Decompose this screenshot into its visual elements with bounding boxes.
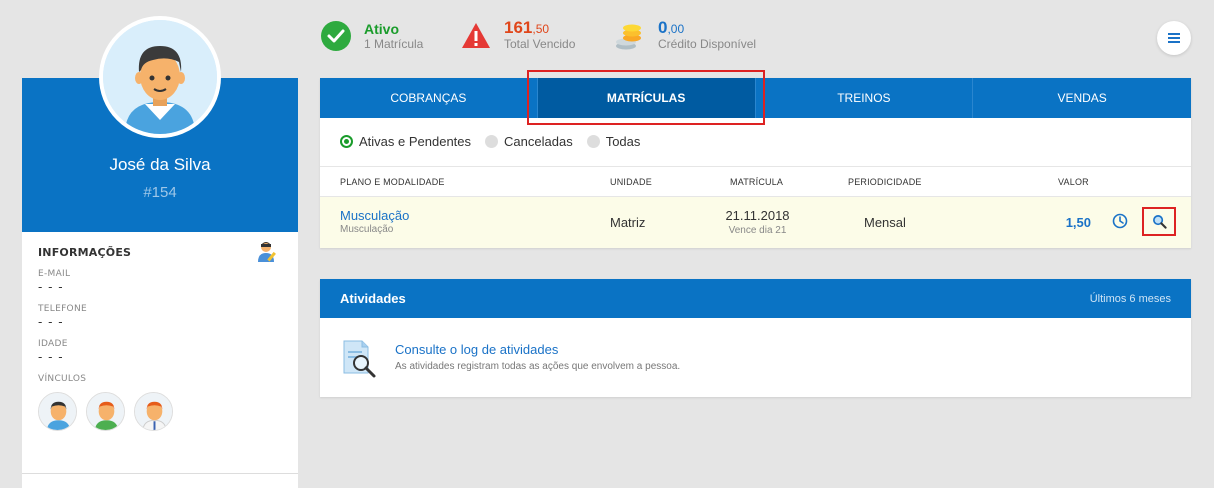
activity-log-desc: As atividades registram todas as ações q…	[395, 361, 681, 372]
profile-name: José da Silva	[109, 155, 211, 174]
table-header: PLANO E MODALIDADE UNIDADE MATRÍCULA PER…	[320, 166, 1191, 197]
phone-label: TELEFONE	[38, 304, 87, 314]
filter-canceladas[interactable]: Canceladas	[485, 134, 573, 149]
document-search-icon	[343, 340, 376, 378]
tab-vendas[interactable]: VENDAS	[973, 78, 1191, 118]
warning-icon	[462, 23, 490, 48]
col-valor: VALOR	[1058, 177, 1089, 187]
filter-label: Canceladas	[504, 134, 573, 149]
periodicidade: Mensal	[864, 215, 906, 230]
filter-label: Todas	[605, 134, 641, 149]
vinculo-avatar[interactable]	[134, 392, 173, 431]
matricula-date: 21.11.2018	[725, 208, 790, 223]
atividades-panel: Atividades Últimos 6 meses Consulte o lo…	[320, 279, 1191, 397]
email-value: - - -	[38, 280, 64, 294]
view-details-button[interactable]	[1142, 207, 1176, 236]
profile-avatar[interactable]	[99, 16, 221, 138]
vinculo-avatar[interactable]	[38, 392, 77, 431]
modalidade: Musculação	[340, 224, 394, 235]
profile-id: #154	[143, 184, 177, 201]
filter-group: Ativas e Pendentes Canceladas Todas	[340, 134, 654, 149]
overdue-int: 161	[504, 18, 533, 37]
status-overdue: 161,50 Total Vencido	[460, 18, 576, 52]
tab-bar: COBRANÇAS MATRÍCULAS TREINOS VENDAS	[320, 78, 1191, 118]
atividades-range[interactable]: Últimos 6 meses	[1090, 293, 1171, 305]
vinculos-list	[38, 392, 288, 431]
vinculo-avatar[interactable]	[86, 392, 125, 431]
unidade: Matriz	[610, 215, 646, 230]
clock-icon[interactable]	[1112, 213, 1128, 229]
edit-person-icon[interactable]	[256, 240, 280, 264]
filter-label: Ativas e Pendentes	[359, 134, 472, 149]
col-unidade: UNIDADE	[610, 177, 652, 187]
tab-cobrancas[interactable]: COBRANÇAS	[320, 78, 538, 118]
col-periodicidade: PERIODICIDADE	[848, 177, 922, 187]
vinculos-label: VÍNCULOS	[38, 374, 87, 384]
matriculas-panel: COBRANÇAS MATRÍCULAS TREINOS VENDAS Ativ…	[320, 70, 1191, 248]
divider	[22, 473, 298, 474]
search-icon	[1152, 215, 1167, 229]
credit-dec: ,00	[667, 22, 685, 36]
info-section: INFORMAÇÕES E-MAIL - - - TELEFONE - - - …	[38, 242, 288, 431]
phone-value: - - -	[38, 315, 64, 329]
radio-selected[interactable]	[340, 135, 353, 148]
tab-treinos[interactable]: TREINOS	[756, 78, 974, 118]
info-title: INFORMAÇÕES	[38, 246, 132, 259]
status-active: Ativo 1 Matrícula	[320, 20, 423, 52]
age-label: IDADE	[38, 339, 68, 349]
atividades-header: Atividades Últimos 6 meses	[320, 279, 1191, 318]
filter-todas[interactable]: Todas	[586, 134, 641, 149]
col-matricula: MATRÍCULA	[730, 177, 784, 187]
status-overdue-sub: Total Vencido	[504, 37, 576, 51]
check-circle-icon	[321, 21, 351, 51]
radio-unselected[interactable]	[485, 135, 499, 148]
col-plano: PLANO E MODALIDADE	[340, 177, 445, 187]
plano-link[interactable]: Musculação	[340, 208, 409, 223]
menu-button[interactable]	[1157, 21, 1191, 55]
overdue-dec: ,50	[532, 22, 550, 36]
status-credit-sub: Crédito Disponível	[658, 37, 757, 51]
status-active-sub: 1 Matrícula	[364, 36, 424, 51]
person-icon	[39, 393, 76, 430]
table-row[interactable]: Musculação Musculação Matriz 21.11.2018 …	[320, 197, 1191, 248]
valor: 1,50	[1065, 215, 1091, 230]
person-icon	[135, 393, 172, 430]
radio-unselected[interactable]	[586, 135, 600, 148]
activity-log-link[interactable]: Consulte o log de atividades	[395, 342, 558, 357]
vence-dia: Vence dia 21	[728, 225, 787, 236]
hamburger-icon	[1168, 33, 1180, 43]
tab-matriculas[interactable]: MATRÍCULAS	[537, 78, 756, 118]
filter-ativas[interactable]: Ativas e Pendentes	[340, 134, 471, 149]
person-avatar-icon	[103, 20, 217, 134]
email-label: E-MAIL	[38, 269, 71, 279]
coins-icon	[616, 24, 641, 50]
status-credit: 0,00 Crédito Disponível	[614, 19, 757, 52]
status-active-label: Ativo	[364, 20, 399, 37]
atividades-title: Atividades	[340, 291, 406, 306]
person-icon	[87, 393, 124, 430]
age-value: - - -	[38, 350, 64, 364]
profile-card: José da Silva #154 INFORMAÇÕES E-MAIL - …	[22, 78, 298, 488]
